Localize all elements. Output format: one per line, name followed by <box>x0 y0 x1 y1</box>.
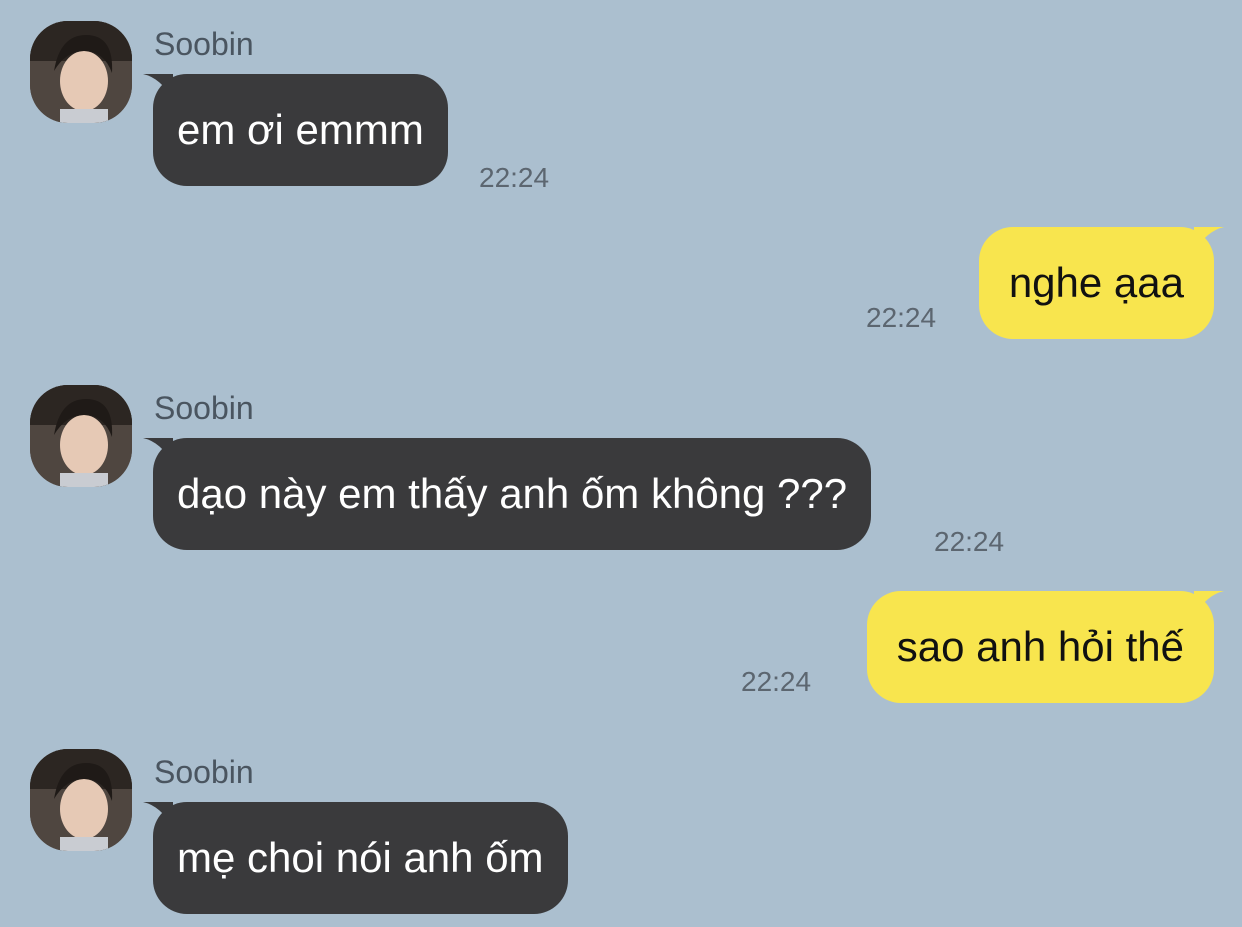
message-bubble[interactable]: dạo này em thấy anh ốm không ??? <box>143 438 872 550</box>
message-bubble[interactable]: nghe ạaa <box>978 227 1224 339</box>
sender-avatar[interactable] <box>30 385 132 487</box>
message-time: 22:24 <box>866 302 937 333</box>
sender-avatar[interactable] <box>30 21 132 123</box>
bubble-tail-icon <box>143 74 173 100</box>
message-bubble[interactable]: em ơi emmm <box>143 74 448 186</box>
sender-name: Soobin <box>154 390 254 426</box>
message-text: em ơi emmm <box>177 106 424 153</box>
profile-photo-icon <box>30 749 132 851</box>
message-text: nghe ạaa <box>1008 259 1184 306</box>
message-text: mẹ choi nói anh ốm <box>177 834 544 881</box>
bubble-tail-icon <box>143 802 173 828</box>
message-text: dạo này em thấy anh ốm không ??? <box>177 470 848 517</box>
bubble-tail-icon <box>143 438 173 464</box>
bubble-tail-icon <box>1194 591 1224 617</box>
message-time: 22:24 <box>479 162 550 193</box>
sender-name: Soobin <box>154 26 254 62</box>
bubble-tail-icon <box>1194 227 1224 253</box>
message-bubble[interactable]: sao anh hỏi thế <box>866 591 1224 703</box>
sender-avatar[interactable] <box>30 749 132 851</box>
message-time: 22:24 <box>741 666 812 697</box>
message-text: sao anh hỏi thế <box>896 623 1184 670</box>
sender-name: Soobin <box>154 754 254 790</box>
message-time: 22:24 <box>934 526 1005 557</box>
message-bubble[interactable]: mẹ choi nói anh ốm <box>143 802 568 914</box>
profile-photo-icon <box>30 385 132 487</box>
profile-photo-icon <box>30 21 132 123</box>
